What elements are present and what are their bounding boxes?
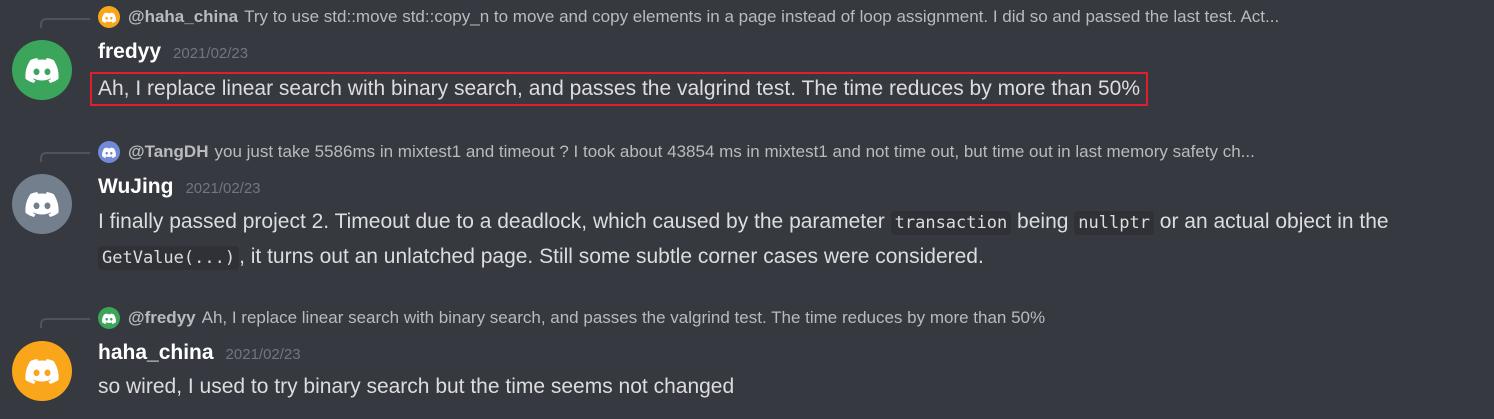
username[interactable]: haha_china — [98, 341, 214, 365]
message-header: haha_china 2021/02/23 — [98, 341, 301, 365]
message-content: Ah, I replace linear search with binary … — [90, 72, 1468, 106]
discord-logo-icon — [98, 307, 120, 329]
timestamp[interactable]: 2021/02/23 — [173, 45, 248, 62]
reply-author[interactable]: @TangDH — [128, 142, 208, 162]
inline-code: transaction — [890, 211, 1012, 235]
highlighted-text: Ah, I replace linear search with binary … — [90, 72, 1148, 106]
avatar[interactable] — [12, 40, 72, 100]
discord-logo-icon — [25, 57, 59, 83]
reply-preview[interactable]: @haha_china Try to use std::move std::co… — [98, 6, 1470, 28]
reply-author[interactable]: @fredyy — [128, 308, 196, 328]
discord-logo-icon — [25, 191, 59, 217]
avatar[interactable] — [12, 341, 72, 401]
avatar[interactable] — [12, 174, 72, 234]
reply-connector — [40, 152, 90, 162]
message-header: fredyy 2021/02/23 — [98, 40, 248, 64]
inline-code: nullptr — [1074, 211, 1154, 235]
message-text: so wired, I used to try binary search bu… — [98, 375, 735, 398]
reply-connector — [40, 318, 90, 328]
username[interactable]: fredyy — [98, 40, 161, 64]
reply-preview[interactable]: @fredyy Ah, I replace linear search with… — [98, 307, 1470, 329]
reply-text: you just take 5586ms in mixtest1 and tim… — [214, 142, 1255, 161]
message-text: , it turns out an unlatched page. Still … — [239, 245, 984, 268]
timestamp[interactable]: 2021/02/23 — [226, 346, 301, 363]
reply-text: Try to use std::move std::copy_n to move… — [244, 7, 1280, 26]
discord-logo-icon — [98, 6, 120, 28]
inline-code: GetValue(...) — [98, 246, 240, 270]
chat-messages: @haha_china Try to use std::move std::co… — [0, 0, 1494, 419]
discord-logo-icon — [98, 141, 120, 163]
reply-preview[interactable]: @TangDH you just take 5586ms in mixtest1… — [98, 141, 1470, 163]
message-content: so wired, I used to try binary search bu… — [98, 370, 1468, 403]
reply-text: Ah, I replace linear search with binary … — [201, 308, 1046, 327]
message-header: WuJing 2021/02/23 — [98, 175, 261, 199]
message-text: or an actual object in the — [1153, 210, 1389, 233]
username[interactable]: WuJing — [98, 175, 173, 199]
reply-author[interactable]: @haha_china — [128, 7, 238, 27]
reply-connector — [40, 18, 90, 28]
timestamp[interactable]: 2021/02/23 — [185, 180, 260, 197]
message-content: I finally passed project 2. Timeout due … — [98, 205, 1468, 275]
message-text: I finally passed project 2. Timeout due … — [98, 210, 891, 233]
message-text: being — [1011, 210, 1075, 233]
discord-logo-icon — [25, 358, 59, 384]
